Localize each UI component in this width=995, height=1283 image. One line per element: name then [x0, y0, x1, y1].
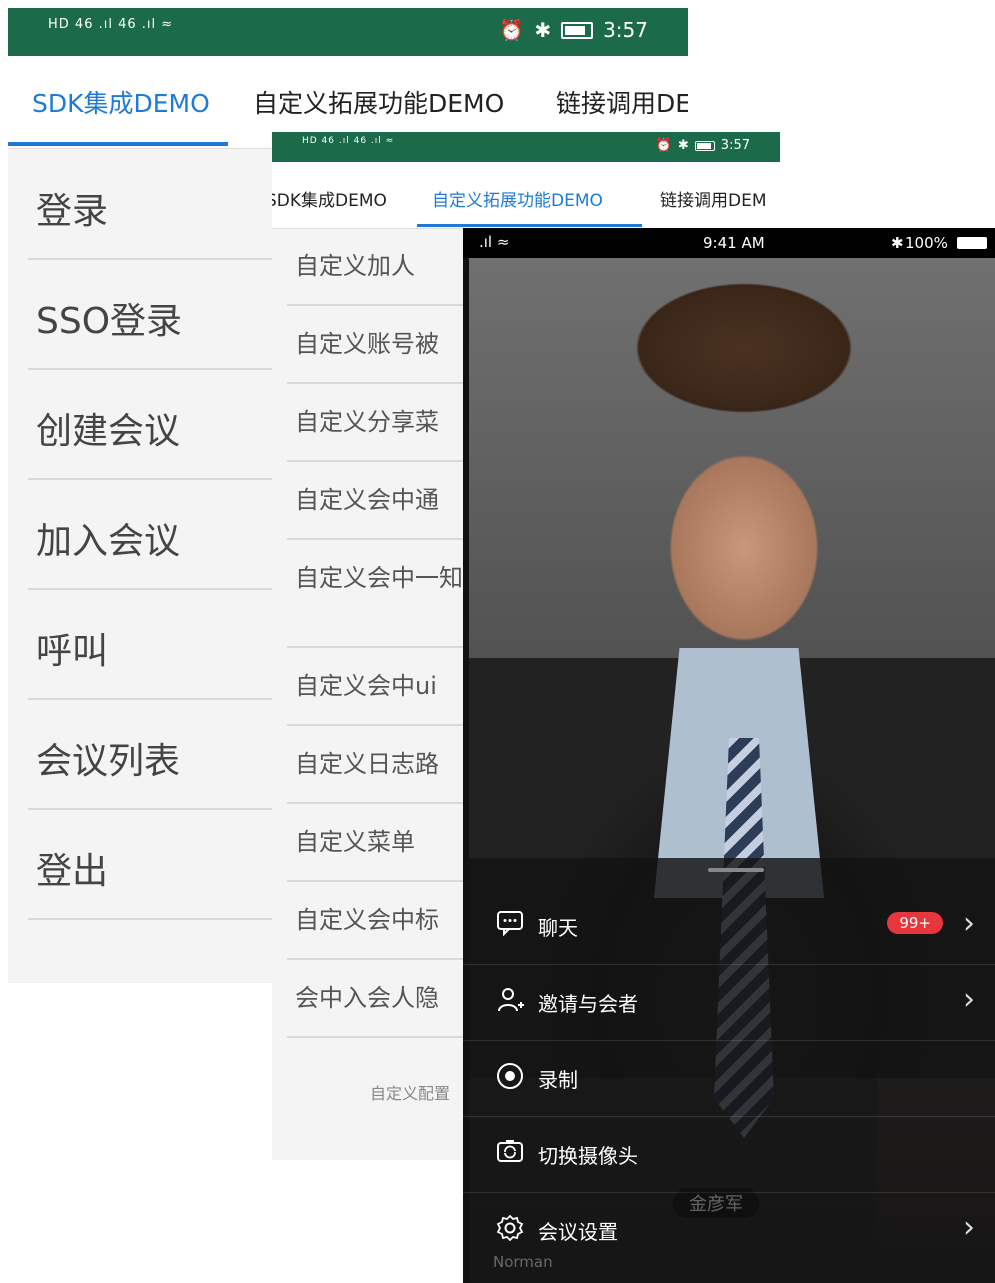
menu-row-switch-camera[interactable]: 切换摄像头 [463, 1116, 995, 1193]
menu-item-call[interactable]: 呼叫 [28, 590, 288, 700]
status-time: 3:57 [603, 18, 648, 42]
status-time: 9:41 AM [703, 234, 765, 252]
signal-wifi-icon: .ıl ≈ [479, 233, 510, 251]
record-icon [495, 1062, 525, 1092]
android-status-bar: HD 46 .ıl 46 .ıl ≈ ⏰ ✱ 3:57 [8, 8, 688, 56]
menu-item-sso-login[interactable]: SSO登录 [28, 260, 288, 370]
menu-item-custom-account[interactable]: 自定义账号被 [287, 306, 472, 384]
menu-item-custom-menu[interactable]: 自定义菜单 [287, 804, 472, 882]
tab-link-call-demo[interactable]: 链接调用DEM [660, 186, 767, 211]
meeting-video-screen: .ıl ≈ 9:41 AM ✱ 100% 聊天 99+ › 邀请与会者 › 录制 [463, 228, 995, 1283]
menu-row-chat[interactable]: 聊天 99+ › [463, 888, 995, 965]
speaker-name-tag: 金彦军 [673, 1188, 759, 1218]
menu-item-custom-in-meeting-ui[interactable]: 自定义会中ui [287, 648, 472, 726]
menu-item-hide-participants[interactable]: 会中入会人隐 [287, 960, 472, 1038]
battery-icon [694, 140, 715, 151]
menu-item-custom-in-meeting-notify[interactable]: 自定义会中通 [287, 462, 472, 540]
menu-row-record[interactable]: 录制 [463, 1040, 995, 1117]
active-tab-indicator [417, 224, 642, 227]
battery-percent: 100% [905, 234, 948, 252]
chevron-right-icon: › [963, 906, 975, 941]
menu-item-meeting-list[interactable]: 会议列表 [28, 700, 288, 810]
tab-custom-extension-demo[interactable]: 自定义拓展功能DEMO [432, 186, 603, 211]
tab-bar: SDK集成DEMO 自定义拓展功能DEMO 链接调用DEM [272, 162, 780, 229]
menu-item-logout[interactable]: 登出 [28, 810, 288, 920]
menu-item-login[interactable]: 登录 [28, 150, 288, 260]
participant-name-label: Norman [493, 1253, 553, 1271]
alarm-icon: ⏰ [499, 18, 525, 42]
android-status-bar: HD 46 .ıl 46 .ıl ≈ ⏰ ✱ 3:57 [272, 132, 780, 162]
demo-menu-list: 登录 SSO登录 创建会议 加入会议 呼叫 会议列表 登出 [8, 150, 288, 920]
chevron-right-icon: › [963, 1210, 975, 1245]
menu-item-custom-share[interactable]: 自定义分享菜 [287, 384, 472, 462]
switch-camera-icon [495, 1138, 525, 1168]
custom-menu-list: 自定义加人 自定义账号被 自定义分享菜 自定义会中通 自定义会中一知 自定义会中… [272, 228, 472, 1038]
alarm-icon: ⏰ [655, 138, 672, 153]
custom-config-footer[interactable]: 自定义配置 [370, 1080, 450, 1104]
bluetooth-icon: ✱ [891, 234, 904, 252]
menu-item-create-meeting[interactable]: 创建会议 [28, 370, 288, 480]
status-time: 3:57 [720, 138, 750, 153]
battery-icon [561, 21, 594, 39]
ios-status-bar: .ıl ≈ 9:41 AM ✱ 100% [463, 228, 995, 258]
tab-sdk-demo[interactable]: SDK集成DEMO [32, 84, 210, 120]
chat-icon [495, 910, 525, 940]
bluetooth-icon: ✱ [677, 138, 689, 153]
menu-item-join-meeting[interactable]: 加入会议 [28, 480, 288, 590]
menu-item-custom-in-meeting-one[interactable]: 自定义会中一知 [287, 540, 472, 648]
bluetooth-icon: ✱ [534, 18, 552, 42]
chevron-right-icon: › [963, 982, 975, 1017]
tab-link-call-demo[interactable]: 链接调用DE [556, 84, 688, 120]
menu-item-custom-in-meeting-label[interactable]: 自定义会中标 [287, 882, 472, 960]
battery-icon [957, 237, 987, 249]
unread-badge: 99+ [887, 912, 943, 934]
menu-row-invite[interactable]: 邀请与会者 › [463, 964, 995, 1041]
tab-sdk-demo[interactable]: SDK集成DEMO [272, 186, 387, 211]
sheet-drag-handle[interactable] [708, 868, 764, 872]
active-tab-indicator [8, 142, 228, 146]
invite-person-icon [495, 986, 525, 1016]
menu-item-custom-log-path[interactable]: 自定义日志路 [287, 726, 472, 804]
tab-custom-extension-demo[interactable]: 自定义拓展功能DEMO [253, 84, 504, 120]
signal-indicators: HD 46 .ıl 46 .ıl ≈ [48, 17, 174, 32]
menu-item-custom-add-person[interactable]: 自定义加人 [287, 228, 472, 306]
signal-indicators: HD 46 .ıl 46 .ıl ≈ [302, 136, 395, 146]
settings-gear-icon [495, 1214, 525, 1244]
